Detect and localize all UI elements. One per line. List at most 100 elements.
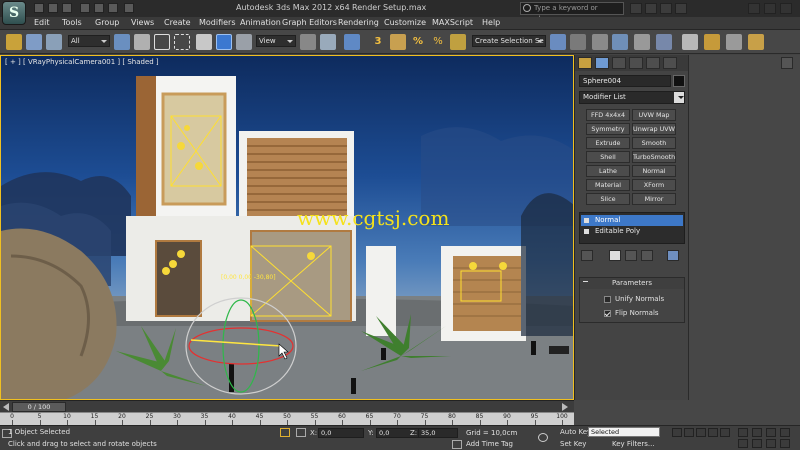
reference-coordinate-dropdown[interactable]: View <box>256 35 296 47</box>
flip-normals-checkbox-box[interactable] <box>604 309 611 317</box>
search-input[interactable]: Type a keyword or phrase <box>520 2 624 23</box>
render-setup-icon[interactable] <box>704 34 720 50</box>
menu-edit[interactable]: Edit <box>34 18 50 27</box>
modifier-mirror-button[interactable]: Mirror <box>632 193 676 205</box>
menu-animation[interactable]: Animation <box>240 18 281 27</box>
menu-views[interactable]: Views <box>131 18 154 27</box>
unify-normals-checkbox-box[interactable] <box>604 295 611 303</box>
maximize-viewport-icon[interactable] <box>780 439 790 448</box>
field-of-view-icon[interactable] <box>738 439 748 448</box>
project-folder-icon[interactable] <box>108 3 118 13</box>
object-name-field[interactable]: Sphere004 <box>579 75 671 87</box>
open-file-icon[interactable] <box>48 3 58 13</box>
subscription-icon[interactable] <box>630 3 642 14</box>
expand-icon[interactable] <box>584 229 589 234</box>
selection-lock-icon[interactable] <box>280 428 290 437</box>
parameters-rollout-header[interactable]: Parameters <box>580 278 684 289</box>
maximize-button[interactable] <box>764 3 776 14</box>
curve-editor-icon[interactable] <box>634 34 650 50</box>
modifier-uvw-map-button[interactable]: UVW Map <box>632 109 676 121</box>
help-icon[interactable] <box>675 3 687 14</box>
menu-help[interactable]: Help <box>482 18 500 27</box>
modifier-shell-button[interactable]: Shell <box>586 151 630 163</box>
flip-normals-checkbox[interactable]: Flip Normals <box>604 309 659 317</box>
modifier-ffd-button[interactable]: FFD 4x4x4 <box>586 109 630 121</box>
window-crossing-icon[interactable] <box>174 34 190 50</box>
perspective-viewport[interactable]: [ + ] [ VRayPhysicalCamera001 ] [ Shaded… <box>0 55 574 400</box>
light-bulb-icon[interactable] <box>584 218 589 223</box>
key-icon[interactable] <box>538 433 548 442</box>
minimize-button[interactable] <box>748 3 760 14</box>
time-slider-thumb[interactable]: 0 / 100 <box>12 402 66 412</box>
modifier-extrude-button[interactable]: Extrude <box>586 137 630 149</box>
object-color-swatch[interactable] <box>673 75 685 87</box>
select-and-rotate-icon[interactable] <box>216 34 232 50</box>
key-selection-dropdown[interactable]: Selected <box>588 427 660 437</box>
time-slider[interactable]: 0 / 100 <box>0 400 574 412</box>
menu-graph-editors[interactable]: Graph Editors <box>282 18 337 27</box>
previous-frame-icon[interactable] <box>3 403 9 411</box>
menu-create[interactable]: Create <box>164 18 191 27</box>
unlink-selection-icon[interactable] <box>46 34 62 50</box>
stack-item-normal[interactable]: Normal <box>581 215 683 226</box>
previous-key-icon[interactable] <box>684 428 694 437</box>
motion-tab-icon[interactable] <box>629 57 643 69</box>
zoom-all-icon[interactable] <box>752 428 762 437</box>
save-file-icon[interactable] <box>62 3 72 13</box>
time-tag-icon[interactable] <box>452 440 462 449</box>
mirror-icon[interactable] <box>550 34 566 50</box>
rendered-frame-window-icon[interactable] <box>726 34 742 50</box>
x-coordinate-field[interactable]: 0,0 <box>318 428 364 438</box>
modifier-lathe-button[interactable]: Lathe <box>586 165 630 177</box>
zoom-extents-icon[interactable] <box>766 428 776 437</box>
orbit-icon[interactable] <box>766 439 776 448</box>
select-and-manipulate-icon[interactable] <box>320 34 336 50</box>
make-unique-icon[interactable] <box>625 250 637 261</box>
select-and-move-icon[interactable] <box>196 34 212 50</box>
modifier-symmetry-button[interactable]: Symmetry <box>586 123 630 135</box>
hierarchy-tab-icon[interactable] <box>612 57 626 69</box>
track-bar[interactable]: 0 5 10 15 20 25 30 35 40 45 50 55 60 65 70 75 80 85 90 95 10… <box>0 412 574 425</box>
key-filters-button[interactable]: Key Filters... <box>612 440 655 448</box>
percent-snap-toggle-icon[interactable]: % <box>410 34 426 50</box>
angle-snap-toggle-icon[interactable] <box>390 34 406 50</box>
menu-group[interactable]: Group <box>95 18 119 27</box>
modifier-normal-button[interactable]: Normal <box>632 165 676 177</box>
create-tab-icon[interactable] <box>578 57 592 69</box>
new-file-icon[interactable] <box>34 3 44 13</box>
absolute-mode-icon[interactable] <box>296 428 306 437</box>
schematic-view-icon[interactable] <box>656 34 672 50</box>
utilities-tab-icon[interactable] <box>663 57 677 69</box>
add-time-tag-button[interactable]: Add Time Tag <box>466 440 513 448</box>
keyboard-shortcut-override-icon[interactable] <box>344 34 360 50</box>
next-key-icon[interactable] <box>708 428 718 437</box>
align-icon[interactable] <box>570 34 586 50</box>
stack-item-editable-poly[interactable]: Editable Poly <box>581 226 683 237</box>
display-tab-icon[interactable] <box>646 57 660 69</box>
layer-manager-icon[interactable] <box>592 34 608 50</box>
close-button[interactable] <box>780 3 792 14</box>
communication-center-icon[interactable] <box>645 3 657 14</box>
select-by-name-icon[interactable] <box>134 34 150 50</box>
remove-modifier-icon[interactable] <box>641 250 653 261</box>
pin-stack-icon[interactable] <box>581 250 593 261</box>
auto-key-button[interactable]: Auto Key <box>560 428 591 436</box>
named-selection-sets-dropdown[interactable]: Create Selection Se <box>472 35 546 47</box>
undo-icon[interactable] <box>80 3 90 13</box>
rectangular-selection-icon[interactable] <box>154 34 170 50</box>
select-object-icon[interactable] <box>114 34 130 50</box>
modifier-smooth-button[interactable]: Smooth <box>632 137 676 149</box>
go-to-start-icon[interactable] <box>672 428 682 437</box>
menu-modifiers[interactable]: Modifiers <box>199 18 236 27</box>
show-end-result-icon[interactable] <box>609 250 621 261</box>
select-and-scale-icon[interactable] <box>236 34 252 50</box>
quick-access-dropdown-icon[interactable] <box>124 3 134 13</box>
menu-rendering[interactable]: Rendering <box>338 18 379 27</box>
modifier-turbosmooth-button[interactable]: TurboSmooth <box>632 151 676 163</box>
zoom-extents-all-icon[interactable] <box>780 428 790 437</box>
modify-tab-icon[interactable] <box>595 57 609 69</box>
render-production-icon[interactable] <box>748 34 764 50</box>
z-coordinate-field[interactable]: 35,0 <box>418 428 458 438</box>
edit-named-selection-icon[interactable] <box>450 34 466 50</box>
modifier-slice-button[interactable]: Slice <box>586 193 630 205</box>
